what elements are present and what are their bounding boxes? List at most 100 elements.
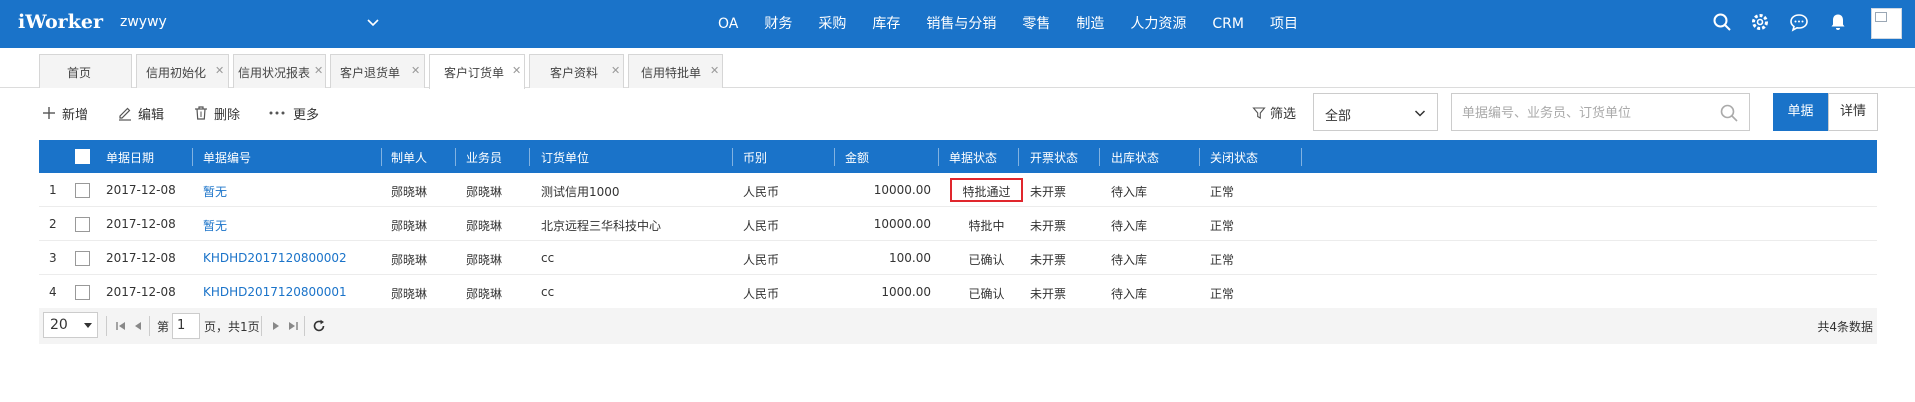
add-label: 新增 bbox=[62, 107, 89, 123]
tab-customer-return[interactable]: 客户退货单 ✕ bbox=[330, 54, 425, 88]
tab-home[interactable]: 首页 bbox=[39, 54, 132, 88]
cell-outbound: 待入库 bbox=[1111, 253, 1148, 267]
search-icon[interactable] bbox=[1712, 12, 1732, 32]
company-name[interactable]: zwywy bbox=[120, 14, 167, 30]
row-index: 2 bbox=[49, 217, 57, 231]
tab-credit-init[interactable]: 信用初始化 ✕ bbox=[136, 54, 229, 88]
col-code[interactable]: 单据编号 bbox=[203, 149, 251, 166]
refresh-icon[interactable] bbox=[312, 319, 326, 333]
cell-customer: 测试信用1000 bbox=[541, 185, 620, 199]
row-checkbox[interactable] bbox=[75, 183, 90, 198]
status-select[interactable]: 全部 bbox=[1313, 93, 1438, 131]
next-page-icon[interactable] bbox=[269, 319, 283, 333]
table-row[interactable]: 2 2017-12-08 暂无 郧晓琳 郧晓琳 北京远程三华科技中心 人民币 1… bbox=[39, 207, 1877, 241]
nav-item-oa[interactable]: OA bbox=[718, 0, 738, 48]
column-divider[interactable] bbox=[455, 148, 456, 166]
column-divider[interactable] bbox=[938, 148, 939, 166]
tab-customer-order[interactable]: 客户订货单 ✕ bbox=[429, 54, 525, 89]
col-date[interactable]: 单据日期 bbox=[106, 149, 154, 166]
column-divider[interactable] bbox=[192, 148, 193, 166]
gear-icon[interactable] bbox=[1750, 12, 1770, 32]
nav-item-sales[interactable]: 销售与分销 bbox=[926, 0, 996, 48]
cell-invoice: 未开票 bbox=[1030, 287, 1067, 301]
nav-item-manufacturing[interactable]: 制造 bbox=[1076, 0, 1104, 48]
edit-button[interactable]: 编辑 bbox=[117, 103, 164, 123]
avatar[interactable] bbox=[1871, 8, 1902, 39]
cell-invoice: 未开票 bbox=[1030, 219, 1067, 233]
chevron-down-icon[interactable] bbox=[365, 14, 381, 30]
table-row[interactable]: 1 2017-12-08 暂无 郧晓琳 郧晓琳 测试信用1000 人民币 100… bbox=[39, 173, 1877, 207]
column-divider[interactable] bbox=[1099, 148, 1100, 166]
col-customer[interactable]: 订货单位 bbox=[541, 149, 589, 166]
nav-item-purchase[interactable]: 采购 bbox=[818, 0, 846, 48]
cell-code-link[interactable]: 暂无 bbox=[203, 217, 227, 234]
row-checkbox[interactable] bbox=[75, 285, 90, 300]
close-icon[interactable]: ✕ bbox=[710, 64, 719, 77]
col-currency[interactable]: 币别 bbox=[743, 149, 767, 166]
col-maker[interactable]: 制单人 bbox=[391, 149, 427, 166]
divider bbox=[261, 316, 262, 336]
nav-item-inventory[interactable]: 库存 bbox=[872, 0, 900, 48]
delete-button[interactable]: 删除 bbox=[193, 103, 240, 123]
cell-code-link[interactable]: 暂无 bbox=[203, 183, 227, 200]
column-divider[interactable] bbox=[834, 148, 835, 166]
app-logo[interactable]: iWorker bbox=[18, 11, 103, 33]
cell-code-link[interactable]: KHDHD2017120800001 bbox=[203, 285, 347, 299]
column-divider[interactable] bbox=[1199, 148, 1200, 166]
col-closed[interactable]: 关闭状态 bbox=[1210, 149, 1258, 166]
page-size-select[interactable]: 20 bbox=[43, 312, 98, 338]
plus-icon bbox=[43, 107, 55, 119]
column-divider[interactable] bbox=[1301, 148, 1302, 166]
top-bar: iWorker zwywy OA 财务 采购 库存 销售与分销 零售 制造 人力… bbox=[0, 0, 1915, 48]
last-page-icon[interactable] bbox=[286, 319, 300, 333]
cell-currency: 人民币 bbox=[743, 219, 780, 233]
nav-item-crm[interactable]: CRM bbox=[1212, 0, 1244, 48]
more-button[interactable]: 更多 bbox=[268, 103, 319, 123]
broken-image-icon bbox=[1875, 12, 1887, 22]
first-page-icon[interactable] bbox=[114, 319, 128, 333]
col-salesman[interactable]: 业务员 bbox=[466, 149, 502, 166]
filter-button[interactable]: 筛选 bbox=[1252, 103, 1296, 122]
add-button[interactable]: 新增 bbox=[41, 103, 88, 123]
cell-closed: 正常 bbox=[1210, 185, 1235, 199]
row-checkbox[interactable] bbox=[75, 217, 90, 232]
cell-code-link[interactable]: KHDHD2017120800002 bbox=[203, 251, 347, 265]
close-icon[interactable]: ✕ bbox=[314, 64, 323, 77]
prev-page-icon[interactable] bbox=[131, 319, 145, 333]
col-amount[interactable]: 金额 bbox=[845, 149, 869, 166]
column-divider[interactable] bbox=[732, 148, 733, 166]
close-icon[interactable]: ✕ bbox=[215, 64, 224, 77]
view-documents-button[interactable]: 单据 bbox=[1773, 93, 1828, 131]
close-icon[interactable]: ✕ bbox=[512, 64, 521, 77]
page-number-input[interactable]: 1 bbox=[172, 313, 200, 339]
search-icon[interactable] bbox=[1719, 103, 1739, 123]
tab-customer-info[interactable]: 客户资料 ✕ bbox=[529, 54, 624, 88]
nav-item-hr[interactable]: 人力资源 bbox=[1130, 0, 1186, 48]
search-input[interactable] bbox=[1462, 103, 1712, 123]
select-all-checkbox[interactable] bbox=[75, 149, 90, 164]
column-divider[interactable] bbox=[381, 148, 382, 166]
bell-icon[interactable] bbox=[1828, 12, 1848, 32]
table-row[interactable]: 4 2017-12-08 KHDHD2017120800001 郧晓琳 郧晓琳 … bbox=[39, 275, 1877, 309]
column-divider[interactable] bbox=[1018, 148, 1019, 166]
column-divider[interactable] bbox=[529, 148, 530, 166]
col-status[interactable]: 单据状态 bbox=[949, 149, 997, 166]
nav-item-retail[interactable]: 零售 bbox=[1022, 0, 1050, 48]
row-checkbox[interactable] bbox=[75, 251, 90, 266]
tab-credit-special[interactable]: 信用特批单 ✕ bbox=[628, 54, 723, 88]
tab-label: 信用特批单 bbox=[641, 66, 702, 80]
cell-maker: 郧晓琳 bbox=[391, 219, 428, 233]
search-box bbox=[1451, 93, 1750, 131]
tab-credit-report[interactable]: 信用状况报表 ✕ bbox=[233, 54, 326, 88]
table-row[interactable]: 3 2017-12-08 KHDHD2017120800002 郧晓琳 郧晓琳 … bbox=[39, 241, 1877, 275]
nav-item-finance[interactable]: 财务 bbox=[764, 0, 792, 48]
cell-amount: 100.00 bbox=[889, 251, 931, 265]
close-icon[interactable]: ✕ bbox=[411, 64, 420, 77]
view-details-button[interactable]: 详情 bbox=[1828, 93, 1878, 131]
col-outbound[interactable]: 出库状态 bbox=[1111, 149, 1159, 166]
col-invoice[interactable]: 开票状态 bbox=[1030, 149, 1078, 166]
chat-icon[interactable] bbox=[1789, 12, 1809, 32]
cell-maker: 郧晓琳 bbox=[391, 253, 428, 267]
nav-item-project[interactable]: 项目 bbox=[1270, 0, 1298, 48]
close-icon[interactable]: ✕ bbox=[611, 64, 620, 77]
